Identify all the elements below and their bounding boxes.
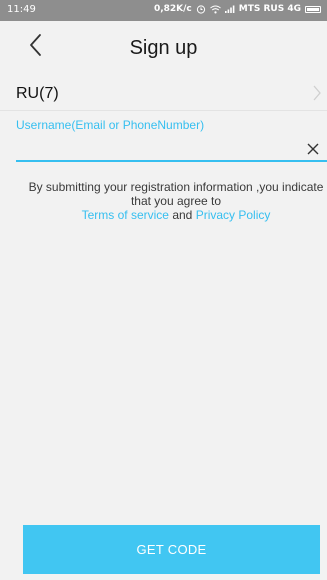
country-selector[interactable]: RU(7) [0,76,327,111]
signal-icon [224,5,235,13]
network-speed: 0,82K/c [153,4,192,14]
close-icon[interactable] [306,142,320,156]
username-underline [16,160,327,162]
page-title: Sign up [129,37,198,59]
get-code-button[interactable]: GET CODE [23,525,320,574]
legal-line-2: that you agree to [130,194,222,208]
legal-links: Terms of service and Privacy Policy [16,208,327,222]
legal-notice: By submitting your registration informat… [16,180,327,222]
carrier-name: MTS RUS 4G [238,4,301,14]
legal-and-text: and [172,208,193,222]
alarm-icon [196,5,205,14]
status-indicators: 0,82K/c MTS RUS 4G [154,4,321,14]
terms-of-service-link[interactable]: Terms of service [82,208,169,222]
chevron-right-icon [313,85,321,101]
country-code-label: RU(7) [16,85,59,102]
header: Sign up [0,21,327,69]
status-bar: 11:49 0,82K/c MTS RUS 4G [0,0,327,21]
privacy-policy-link[interactable]: Privacy Policy [196,208,271,222]
username-input[interactable] [16,134,306,158]
battery-icon [305,5,321,13]
status-time: 11:49 [7,4,36,15]
wifi-icon [209,5,221,13]
username-field-label: Username(Email or PhoneNumber) [16,118,205,132]
legal-line-1: By submitting your registration informat… [28,180,324,194]
